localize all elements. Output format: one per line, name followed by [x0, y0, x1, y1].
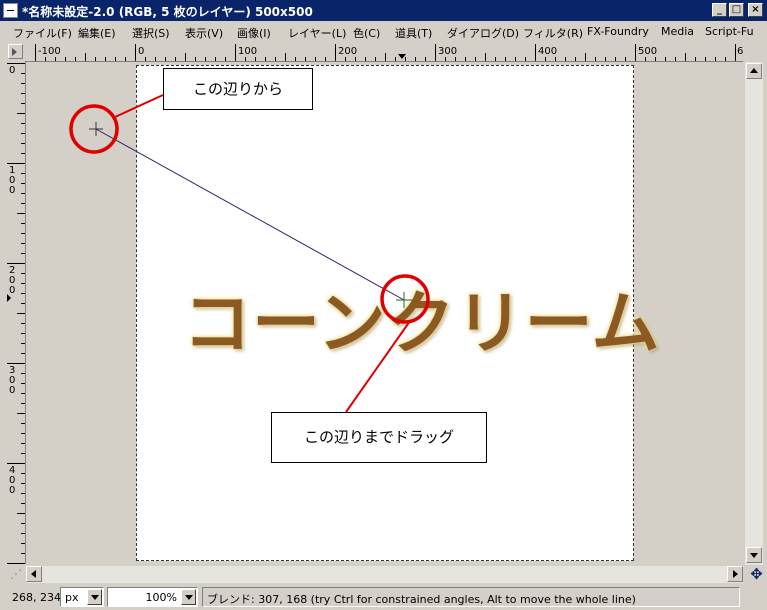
horizontal-scrollbar[interactable]: [26, 566, 743, 583]
horizontal-ruler-ticks: -100 0 100 200 300 400 500 6: [35, 44, 743, 61]
pointer-coordinates: 268, 234: [12, 591, 61, 604]
up-arrow-icon: [750, 68, 758, 73]
menu-fx-foundry[interactable]: FX-Foundry: [587, 25, 649, 38]
vertical-scrollbar[interactable]: [745, 62, 763, 565]
app-icon[interactable]: [3, 3, 18, 18]
ruler-label: 100: [238, 46, 257, 57]
close-button[interactable]: ×: [748, 3, 763, 17]
scroll-up-button[interactable]: [746, 63, 762, 79]
menu-edit[interactable]: 編集(E): [78, 25, 116, 41]
down-arrow-icon: [750, 553, 758, 558]
left-arrow-icon: [31, 570, 36, 578]
ruler-label: -100: [38, 46, 61, 57]
status-bar: 268, 234 px 100% ブレンド: 307, 168 (try Ctr…: [0, 585, 767, 610]
menu-select[interactable]: 選択(S): [132, 25, 170, 41]
title-bar: *名称未設定-2.0 (RGB, 5 枚のレイヤー) 500x500 _ □ ×: [0, 0, 767, 21]
ruler-label: 6: [737, 46, 743, 57]
maximize-button[interactable]: □: [729, 3, 744, 17]
navigate-icon[interactable]: ✥: [748, 566, 765, 583]
ruler-label: 300: [438, 46, 457, 57]
menu-script-fu[interactable]: Script-Fu: [705, 25, 754, 38]
scroll-right-button[interactable]: [727, 566, 743, 582]
quickmask-icon[interactable]: ⋰: [7, 566, 25, 583]
vertical-ruler[interactable]: 0 100 200 300 400: [7, 61, 26, 564]
chevron-down-icon[interactable]: [181, 589, 196, 605]
menu-view[interactable]: 表示(V): [185, 25, 223, 41]
menu-tools[interactable]: 道具(T): [395, 25, 432, 41]
zoom-value: 100%: [145, 591, 177, 604]
menu-filters[interactable]: フィルタ(R): [523, 25, 583, 41]
ruler-pointer-marker: [398, 54, 406, 59]
ruler-label: 200: [9, 265, 15, 296]
right-arrow-icon: [733, 570, 738, 578]
menu-image[interactable]: 画像(I): [237, 25, 271, 41]
ruler-label: 300: [9, 365, 15, 396]
menu-media[interactable]: Media: [661, 25, 694, 38]
window-title: *名称未設定-2.0 (RGB, 5 枚のレイヤー) 500x500: [22, 5, 313, 19]
ruler-label: 200: [338, 46, 357, 57]
unit-dropdown[interactable]: px: [60, 587, 104, 607]
scroll-down-button[interactable]: [746, 547, 762, 563]
minimize-button[interactable]: _: [712, 3, 727, 17]
zoom-dropdown[interactable]: 100%: [107, 587, 198, 607]
menu-color[interactable]: 色(C): [353, 25, 380, 41]
ruler-label: 400: [538, 46, 557, 57]
start-crosshair-icon: [89, 122, 103, 136]
ruler-label: 100: [9, 165, 15, 196]
vertical-ruler-ticks: 0 100 200 300 400: [7, 63, 25, 564]
menu-dialogs[interactable]: ダイアログ(D): [447, 25, 519, 41]
menu-layer[interactable]: レイヤー(L): [288, 25, 346, 41]
canvas-area[interactable]: コーンクリーム この辺りから この辺りまでドラッグ: [26, 62, 744, 564]
ruler-label: 500: [638, 46, 657, 57]
status-message: ブレンド: 307, 168 (try Ctrl for constrained…: [202, 587, 740, 607]
unit-value: px: [65, 591, 79, 604]
menu-bar: ファイル(F) 編集(E) 選択(S) 表示(V) 画像(I) レイヤー(L) …: [0, 21, 767, 42]
ruler-label: 400: [9, 465, 15, 496]
callout-end: この辺りまでドラッグ: [271, 412, 487, 463]
scroll-left-button[interactable]: [26, 566, 42, 582]
image-text-layer: コーンクリーム: [183, 285, 661, 364]
menu-file[interactable]: ファイル(F): [13, 25, 72, 41]
ruler-label: 0: [138, 46, 144, 57]
horizontal-ruler[interactable]: -100 0 100 200 300 400 500 6: [25, 44, 743, 62]
ruler-menu-icon[interactable]: [8, 44, 23, 59]
ruler-label: 0: [9, 65, 15, 76]
start-highlight-circle: [69, 104, 119, 154]
chevron-down-icon[interactable]: [87, 589, 102, 605]
callout-start: この辺りから: [163, 68, 313, 110]
status-message-text: ブレンド: 307, 168 (try Ctrl for constrained…: [207, 593, 636, 606]
